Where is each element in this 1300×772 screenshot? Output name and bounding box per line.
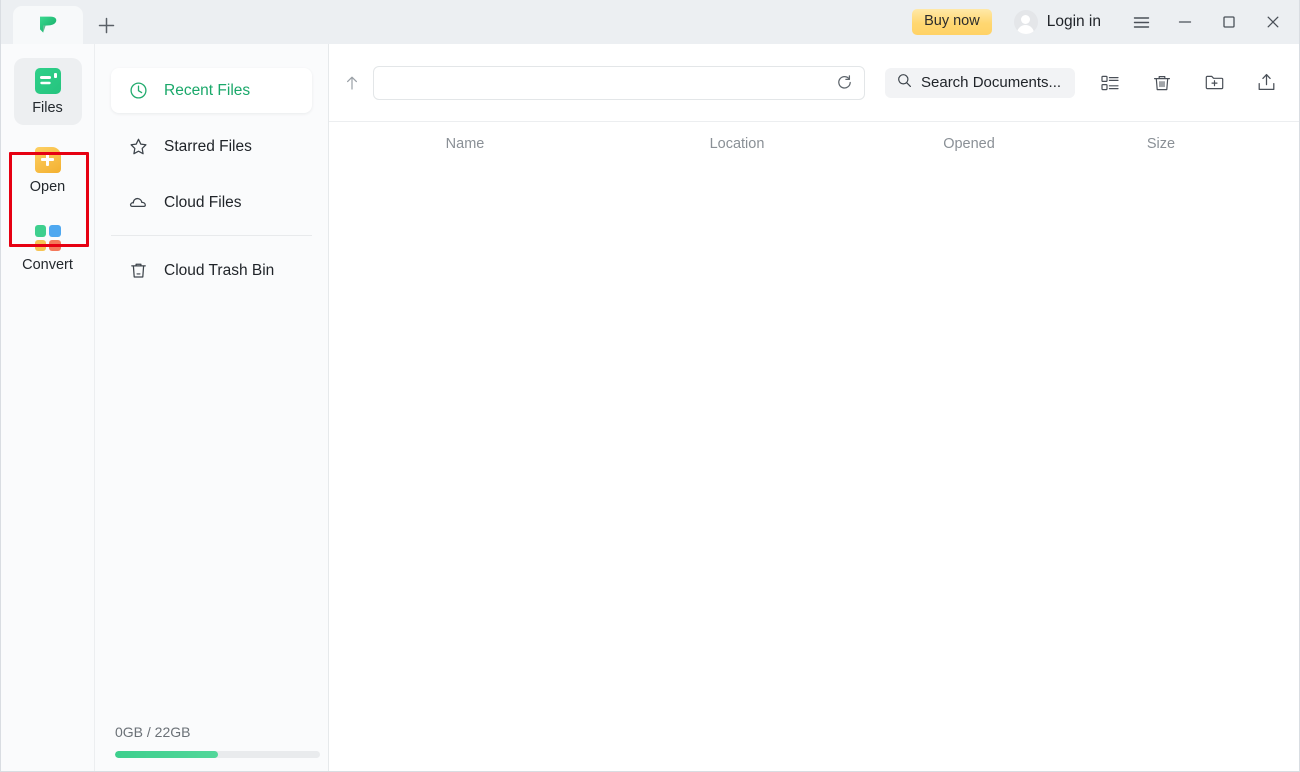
rail-item-convert-label: Convert — [22, 257, 73, 273]
minimize-icon[interactable] — [1163, 0, 1207, 44]
column-header-location[interactable]: Location — [601, 137, 873, 152]
content-toolbar — [329, 44, 1299, 122]
user-avatar-icon[interactable] — [1013, 10, 1038, 34]
toolbar-actions — [1097, 70, 1279, 96]
column-header-name[interactable]: Name — [329, 137, 601, 152]
rail-item-files-label: Files — [32, 100, 63, 116]
application-window: Buy now Login in Files Open Convert Rece… — [0, 0, 1300, 772]
sidebar-item-recent-files[interactable]: Recent Files — [111, 68, 312, 113]
rail-item-open-label: Open — [29, 178, 66, 195]
maximize-icon[interactable] — [1207, 0, 1251, 44]
upload-icon[interactable] — [1253, 70, 1279, 96]
open-file-icon — [34, 146, 61, 173]
rail-item-open[interactable]: Open — [14, 137, 82, 204]
column-header-opened[interactable]: Opened — [873, 137, 1065, 152]
refresh-icon[interactable] — [832, 71, 856, 95]
cloud-icon — [129, 193, 148, 212]
storage-progress-track — [115, 751, 320, 758]
sidebar: Recent Files Starred Files Cloud Files C… — [95, 44, 329, 771]
new-folder-icon[interactable] — [1201, 70, 1227, 96]
window-controls-area: Buy now Login in — [912, 0, 1299, 44]
sidebar-item-starred-files-label: Starred Files — [164, 137, 252, 155]
go-up-icon[interactable] — [337, 68, 367, 98]
storage-indicator: 0GB / 22GB — [95, 725, 329, 758]
files-icon — [34, 68, 61, 94]
new-tab-button[interactable] — [83, 6, 129, 44]
sidebar-item-cloud-files[interactable]: Cloud Files — [111, 180, 312, 225]
file-table-header: Name Location Opened Size — [329, 122, 1299, 166]
search-box[interactable] — [885, 67, 1120, 98]
column-header-size[interactable]: Size — [1065, 137, 1257, 152]
hamburger-menu-icon[interactable] — [1119, 0, 1163, 44]
storage-progress-fill — [115, 751, 218, 758]
rail-item-convert[interactable]: Convert — [14, 215, 82, 282]
title-bar: Buy now Login in — [1, 0, 1299, 44]
list-view-icon[interactable] — [1097, 70, 1123, 96]
sidebar-item-cloud-trash-bin[interactable]: Cloud Trash Bin — [111, 248, 312, 293]
main-area: Files Open Convert Recent Files Starred … — [1, 44, 1299, 771]
convert-icon — [34, 225, 61, 251]
rail-item-files[interactable]: Files — [13, 58, 82, 125]
clock-icon — [129, 81, 148, 100]
pdf-flag-logo-icon — [36, 13, 60, 37]
sidebar-item-starred-files[interactable]: Starred Files — [111, 124, 312, 169]
trash-icon — [129, 261, 148, 280]
sidebar-item-cloud-trash-bin-label: Cloud Trash Bin — [164, 261, 275, 279]
star-icon — [129, 137, 148, 156]
storage-usage-label: 0GB / 22GB — [115, 724, 191, 740]
sidebar-item-recent-files-label: Recent Files — [164, 81, 251, 99]
left-rail: Files Open Convert — [1, 44, 95, 771]
sidebar-item-cloud-files-label: Cloud Files — [164, 193, 242, 211]
login-button[interactable]: Login in — [1047, 13, 1101, 31]
trash-icon[interactable] — [1149, 70, 1175, 96]
sidebar-divider — [111, 235, 312, 236]
tab-strip — [1, 0, 129, 44]
search-input[interactable] — [921, 74, 1120, 91]
file-list — [329, 166, 1299, 771]
buy-now-button[interactable]: Buy now — [912, 9, 992, 35]
search-icon — [897, 73, 912, 93]
document-tab[interactable] — [13, 6, 83, 44]
path-input[interactable] — [386, 66, 832, 99]
content-area: Name Location Opened Size — [329, 44, 1299, 771]
path-bar[interactable] — [373, 65, 865, 100]
close-icon[interactable] — [1251, 0, 1295, 44]
